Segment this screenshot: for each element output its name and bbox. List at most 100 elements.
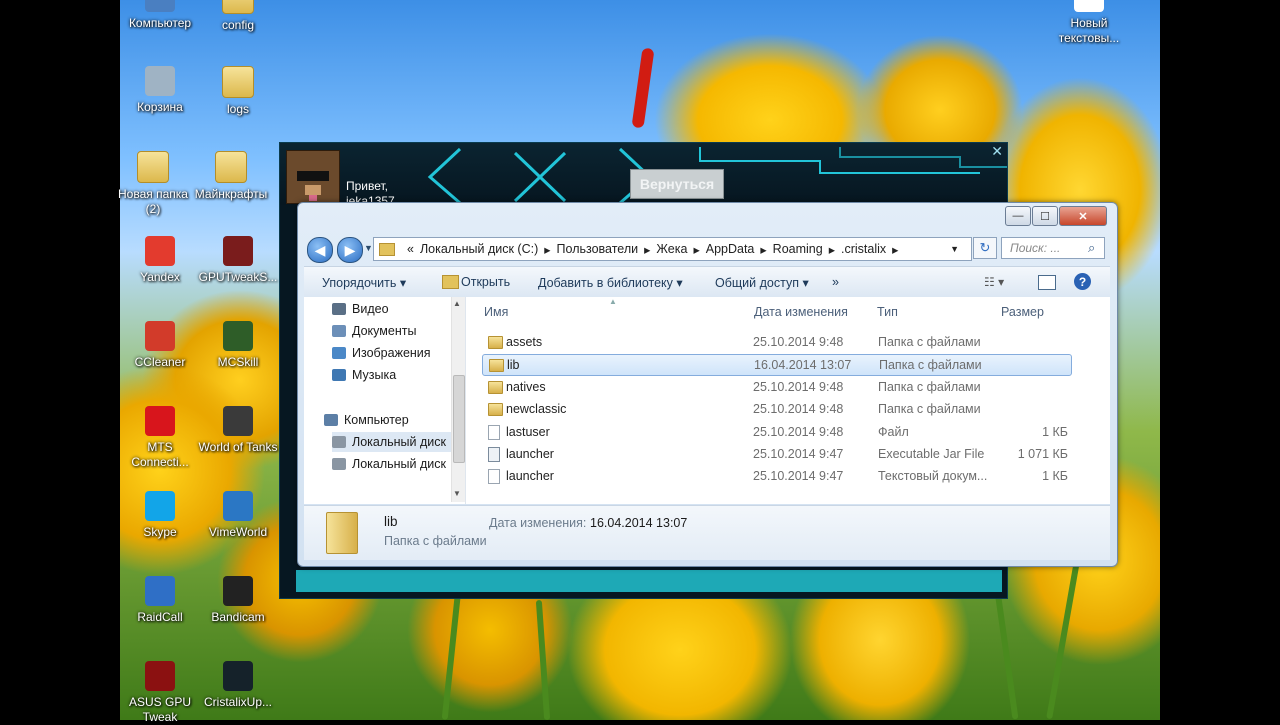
minimize-button[interactable]: —	[1005, 206, 1031, 226]
nav-scrollbar[interactable]: ▲ ▼	[451, 297, 465, 502]
breadcrumb-prefix: «	[407, 242, 414, 256]
breadcrumb-item[interactable]: Жека	[656, 242, 687, 256]
desktop-icon-label: logs	[226, 102, 249, 116]
cell-date: 16.04.2014 13:07	[754, 358, 852, 373]
desktop-icon[interactable]: Новая папка (2)	[112, 151, 194, 217]
drive-icon	[332, 436, 346, 448]
music-library-icon	[332, 369, 346, 381]
pictures-library-icon	[332, 347, 346, 359]
nav-item[interactable]: Документы	[332, 321, 416, 341]
desktop-icon[interactable]: MTS Connecti...	[119, 406, 201, 470]
nav-item-label: Изображения	[352, 346, 431, 360]
desktop-icon[interactable]: config	[197, 0, 279, 33]
desktop-icon[interactable]: Yandex	[119, 236, 201, 285]
table-row[interactable]: lastuser 25.10.2014 9:48 Файл 1 КБ	[482, 422, 1072, 444]
scroll-thumb[interactable]	[453, 375, 465, 463]
desktop-icon-label: CCleaner	[134, 355, 186, 369]
desktop-icon[interactable]: CCleaner	[119, 321, 201, 370]
launcher-header: Привет, ieka1357 Вернуться ✕	[280, 143, 1007, 208]
back-button[interactable]: Вернуться	[630, 169, 724, 199]
desktop-icon[interactable]: GPUTweakS...	[197, 236, 279, 285]
nav-item-label: Компьютер	[344, 413, 409, 427]
mts-icon	[145, 406, 175, 436]
cell-type: Файл	[878, 424, 909, 439]
details-date-value: 16.04.2014 13:07	[590, 516, 688, 530]
table-row[interactable]: lib 16.04.2014 13:07 Папка с файлами	[482, 354, 1072, 377]
breadcrumb-item[interactable]: Локальный диск (C:)	[420, 242, 538, 256]
address-dropdown-icon[interactable]: ▼	[950, 244, 959, 254]
desktop-icon-label: Skype	[143, 525, 177, 539]
back-nav-button[interactable]: ◀	[307, 237, 333, 263]
share-button[interactable]: Общий доступ ▾	[715, 275, 809, 290]
more-commands-button[interactable]: »	[832, 275, 839, 289]
desktop-icon[interactable]: World of Tanks	[197, 406, 279, 455]
folder-icon	[488, 403, 503, 417]
launcher-close-icon[interactable]: ✕	[991, 143, 1003, 160]
file-icon	[488, 469, 500, 485]
cell-size: 1 071 КБ	[1017, 447, 1068, 461]
vimeworld-icon	[223, 491, 253, 521]
desktop-icon-label: Новая папка (2)	[118, 187, 188, 216]
explorer-window[interactable]: — ☐ ✕ ◀ ▶ ▼ « Локальный диск (C:) ▸ Польз…	[297, 202, 1118, 567]
help-icon[interactable]: ?	[1074, 273, 1091, 290]
nav-item[interactable]: Видео	[332, 299, 389, 319]
details-date-label: Дата изменения:	[489, 516, 587, 530]
desktop-icon[interactable]: logs	[197, 66, 279, 117]
preview-pane-icon[interactable]	[1038, 275, 1056, 290]
desktop-icon[interactable]: Bandicam	[197, 576, 279, 625]
cell-type: Текстовый докум...	[878, 469, 988, 484]
open-button[interactable]: Открыть	[461, 275, 510, 289]
table-row[interactable]: natives 25.10.2014 9:48 Папка с файлами	[482, 377, 1072, 399]
breadcrumb-item[interactable]: .cristalix	[841, 242, 886, 256]
close-button[interactable]: ✕	[1059, 206, 1107, 226]
add-to-library-button[interactable]: Добавить в библиотеку ▾	[538, 275, 683, 290]
breadcrumb-item[interactable]: Roaming	[773, 242, 823, 256]
cell-type: Папка с файлами	[879, 358, 982, 373]
large-folder-icon	[326, 512, 358, 554]
desktop-icon[interactable]: CristalixUp...	[197, 661, 279, 710]
nav-item[interactable]: Изображения	[332, 343, 431, 363]
desktop-icon-label: World of Tanks	[198, 440, 278, 454]
bandicam-icon	[223, 576, 253, 606]
recent-pages-chevron-icon[interactable]: ▼	[364, 243, 373, 253]
drive-icon	[332, 458, 346, 470]
ccleaner-icon	[145, 321, 175, 351]
desktop-icon[interactable]: VimeWorld	[197, 491, 279, 540]
desktop-icon[interactable]: Skype	[119, 491, 201, 540]
nav-item[interactable]: Локальный диск	[332, 432, 452, 452]
column-header-type[interactable]: Тип	[877, 305, 898, 319]
table-row[interactable]: newclassic 25.10.2014 9:48 Папка с файлами	[482, 399, 1072, 421]
desktop-icon[interactable]: Новый текстовы...	[1048, 0, 1130, 46]
breadcrumb-item[interactable]: AppData	[706, 242, 755, 256]
column-header-size[interactable]: Размер	[1001, 305, 1044, 319]
cell-date: 25.10.2014 9:48	[753, 335, 844, 349]
desktop-icon[interactable]: RaidCall	[119, 576, 201, 625]
refresh-button[interactable]: ↻	[973, 237, 997, 259]
desktop-icon[interactable]: Майнкрафты	[190, 151, 272, 202]
desktop-icon[interactable]: Корзина	[119, 66, 201, 115]
table-row[interactable]: launcher 25.10.2014 9:47 Текстовый докум..…	[482, 466, 1072, 488]
organize-button[interactable]: Упорядочить ▾	[322, 275, 406, 290]
recycle-bin-icon	[145, 66, 175, 96]
folder-icon	[379, 242, 395, 256]
folder-icon	[489, 359, 504, 373]
nav-item[interactable]: Музыка	[332, 365, 396, 385]
forward-nav-button[interactable]: ▶	[337, 237, 363, 263]
column-header-date[interactable]: Дата изменения	[754, 305, 848, 319]
table-row[interactable]: assets 25.10.2014 9:48 Папка с файлами	[482, 332, 1072, 354]
address-bar[interactable]: « Локальный диск (C:) ▸ Пользователи ▸ Жек…	[373, 237, 972, 261]
maximize-button[interactable]: ☐	[1032, 206, 1058, 226]
right-black-bar	[1160, 0, 1280, 720]
nav-item[interactable]: Локальный диск	[332, 454, 446, 474]
view-options-icon[interactable]: ☷ ▾	[984, 275, 1004, 289]
desktop-icon-label: config	[221, 18, 255, 32]
desktop-icon-label: GPUTweakS...	[198, 270, 278, 284]
breadcrumb-item[interactable]: Пользователи	[557, 242, 639, 256]
documents-library-icon	[332, 325, 346, 337]
desktop-icon[interactable]: MCSkill	[197, 321, 279, 370]
desktop-icon[interactable]: Компьютер	[119, 0, 201, 31]
desktop-icon[interactable]: ASUS GPU Tweak	[119, 661, 201, 725]
nav-item[interactable]: Компьютер	[324, 410, 409, 430]
table-row[interactable]: launcher 25.10.2014 9:47 Executable Jar Fi…	[482, 444, 1072, 466]
column-header-name[interactable]: Имя	[484, 305, 508, 319]
